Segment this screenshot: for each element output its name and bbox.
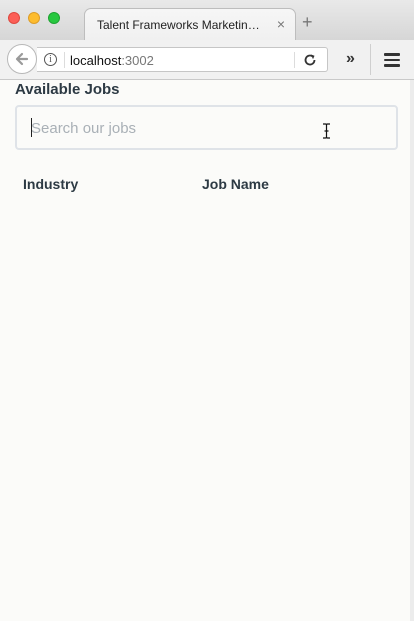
url-host: localhost [70, 53, 122, 68]
minimize-window-button[interactable] [28, 12, 40, 24]
tab-title: Talent Frameworks Marketing ... [97, 18, 265, 32]
url-port: :3002 [121, 53, 154, 68]
back-arrow-icon [15, 52, 29, 66]
zoom-window-button[interactable] [48, 12, 60, 24]
reload-icon[interactable] [303, 53, 317, 67]
overflow-chevron-icon[interactable]: » [346, 50, 355, 68]
search-input[interactable] [31, 117, 371, 139]
address-bar[interactable]: i localhost:3002 [37, 47, 328, 72]
back-button[interactable] [7, 44, 37, 74]
column-header-industry: Industry [23, 176, 79, 192]
hamburger-menu-icon[interactable] [384, 53, 400, 70]
page-title: Available Jobs [15, 81, 120, 98]
window-titlebar: Talent Frameworks Marketing ... × + [0, 0, 414, 41]
info-icon[interactable]: i [44, 53, 57, 66]
search-box[interactable] [15, 105, 398, 150]
close-window-button[interactable] [8, 12, 20, 24]
new-tab-button[interactable]: + [302, 13, 313, 31]
browser-tab[interactable]: Talent Frameworks Marketing ... × [84, 8, 296, 41]
column-header-job-name: Job Name [202, 176, 269, 192]
scrollbar-track[interactable] [410, 80, 414, 621]
text-caret [31, 118, 32, 137]
ibeam-cursor-icon [323, 123, 330, 139]
url-text[interactable]: localhost:3002 [70, 53, 154, 68]
tab-close-icon[interactable]: × [277, 16, 285, 32]
